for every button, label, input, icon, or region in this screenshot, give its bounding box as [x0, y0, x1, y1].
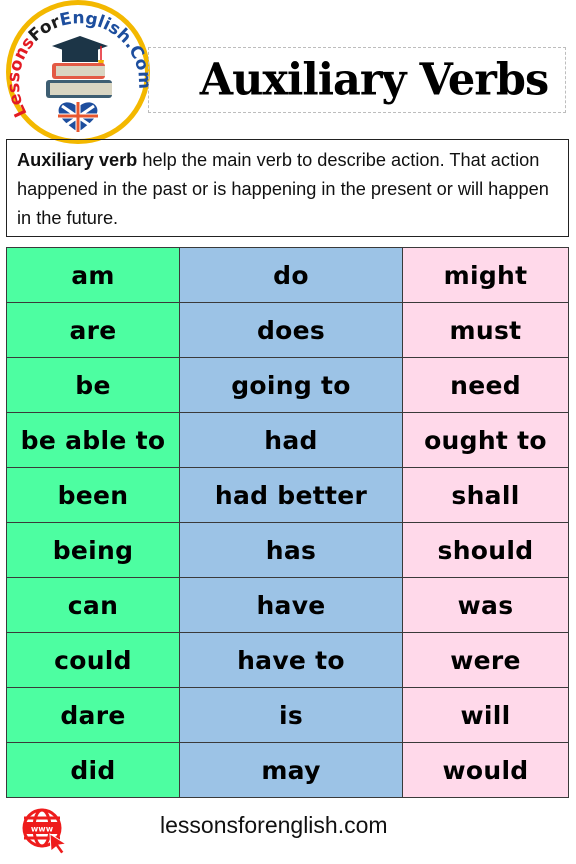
verb-cell: has [179, 522, 403, 578]
verb-cell: will [402, 687, 569, 743]
verb-cell: does [179, 302, 403, 358]
table-row: did may would [6, 742, 569, 798]
verb-cell: had better [179, 467, 403, 523]
page-title: Auxiliary Verbs [199, 54, 549, 106]
verb-cell: must [402, 302, 569, 358]
verb-cell: may [179, 742, 403, 798]
verb-cell: being [6, 522, 180, 578]
verb-cell: would [402, 742, 569, 798]
title-box: Auxiliary Verbs [148, 47, 566, 113]
table-row: been had better shall [6, 467, 569, 523]
auxiliary-verbs-table: am do might are does must be going to ne… [6, 247, 569, 798]
books-icon [46, 63, 112, 98]
table-row: could have to were [6, 632, 569, 688]
verb-cell: am [6, 247, 180, 303]
verb-cell: had [179, 412, 403, 468]
table-row: be able to had ought to [6, 412, 569, 468]
verb-cell: should [402, 522, 569, 578]
verb-cell: be able to [6, 412, 180, 468]
table-row: being has should [6, 522, 569, 578]
verb-cell: ought to [402, 412, 569, 468]
verb-cell: did [6, 742, 180, 798]
table-row: can have was [6, 577, 569, 633]
verb-cell: might [402, 247, 569, 303]
uk-heart-icon [58, 102, 98, 132]
definition-box: Auxiliary verb help the main verb to des… [6, 139, 569, 237]
verb-cell: going to [179, 357, 403, 413]
verb-cell: are [6, 302, 180, 358]
table-row: be going to need [6, 357, 569, 413]
table-row: dare is will [6, 687, 569, 743]
verb-cell: could [6, 632, 180, 688]
verb-cell: was [402, 577, 569, 633]
definition-term: Auxiliary verb [17, 150, 138, 170]
verb-cell: have [179, 577, 403, 633]
verb-cell: can [6, 577, 180, 633]
verb-cell: do [179, 247, 403, 303]
table-row: are does must [6, 302, 569, 358]
verb-cell: were [402, 632, 569, 688]
table-row: am do might [6, 247, 569, 303]
verb-cell: shall [402, 467, 569, 523]
website-url[interactable]: lessonsforenglish.com [160, 812, 388, 839]
verb-cell: have to [179, 632, 403, 688]
verb-cell: been [6, 467, 180, 523]
verb-cell: need [402, 357, 569, 413]
www-label: www [31, 825, 54, 834]
verb-cell: is [179, 687, 403, 743]
lessonsforenglish-logo: LessonsForEnglish.Com [4, 0, 154, 144]
verb-cell: dare [6, 687, 180, 743]
globe-www-cursor-icon: www [22, 808, 68, 855]
verb-cell: be [6, 357, 180, 413]
